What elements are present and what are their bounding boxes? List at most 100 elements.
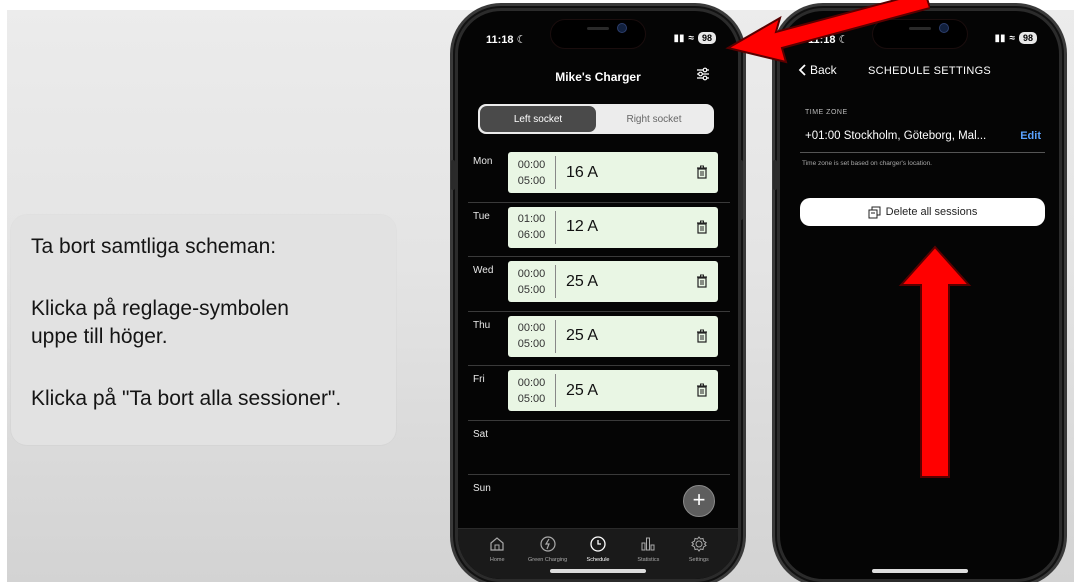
schedule-card[interactable]: 00:00 05:00 16 A bbox=[508, 152, 718, 193]
schedule-times: 00:00 05:00 bbox=[508, 319, 556, 353]
nav-label: Green Charging bbox=[528, 557, 568, 563]
nav-settings[interactable]: Settings bbox=[674, 535, 724, 579]
amperage: 25 A bbox=[566, 381, 599, 399]
page-title: SCHEDULE SETTINGS bbox=[868, 65, 992, 77]
status-icons: ▮▮ ≈ 98 bbox=[673, 32, 716, 44]
home-icon bbox=[490, 537, 504, 551]
day-row-wed: Wed 00:00 05:00 25 A bbox=[468, 257, 730, 312]
day-label: Thu bbox=[473, 319, 491, 331]
day-row-mon: Mon 00:00 05:00 16 A bbox=[468, 148, 730, 203]
wifi-icon: ≈ bbox=[688, 32, 694, 44]
schedule-times: 01:00 06:00 bbox=[508, 210, 556, 244]
start-time: 00:00 bbox=[517, 376, 546, 389]
instruction-card: Ta bort samtliga scheman: Klicka på regl… bbox=[11, 215, 396, 445]
nav-home[interactable]: Home bbox=[472, 535, 522, 579]
amperage: 16 A bbox=[566, 163, 599, 181]
wifi-icon: ≈ bbox=[1009, 32, 1015, 44]
status-icons: ▮▮ ≈ 98 bbox=[994, 32, 1037, 44]
delete-label: Delete all sessions bbox=[885, 206, 978, 218]
nav-green-charging[interactable]: Green Charging bbox=[522, 535, 572, 579]
nav-schedule[interactable]: Schedule bbox=[573, 535, 623, 579]
start-time: 00:00 bbox=[517, 158, 546, 171]
status-bar: 11:18 ☾ ▮▮ ≈ 98 bbox=[780, 31, 1059, 51]
instruction-line-4: Klicka på "Ta bort alla sessioner". bbox=[31, 387, 342, 410]
phone-schedule-screen: 11:18 ☾ ▮▮ ≈ 98 Mike's Charger Left sock… bbox=[455, 8, 741, 582]
end-time: 06:00 bbox=[517, 229, 546, 241]
socket-segmented-control: Left socket Right socket bbox=[478, 104, 714, 134]
schedule-day-list: Mon 00:00 05:00 16 A Tue 01:00 06:00 12 … bbox=[468, 148, 730, 530]
schedule-times: 00:00 05:00 bbox=[508, 265, 556, 298]
leaf-bolt-icon bbox=[540, 536, 556, 552]
sliders-icon[interactable] bbox=[696, 67, 710, 81]
tab-left-socket[interactable]: Left socket bbox=[480, 106, 596, 132]
day-label: Wed bbox=[473, 265, 494, 276]
clock-icon bbox=[590, 536, 606, 552]
timezone-label: TIME ZONE bbox=[805, 109, 848, 116]
volume-button bbox=[451, 160, 455, 190]
home-indicator bbox=[550, 569, 646, 573]
copy-trash-icon bbox=[868, 206, 881, 218]
trash-icon[interactable] bbox=[696, 165, 708, 179]
chevron-left-icon bbox=[798, 64, 806, 76]
amperage: 12 A bbox=[566, 218, 599, 235]
start-time: 00:00 bbox=[517, 267, 546, 280]
battery-icon: 98 bbox=[697, 32, 716, 44]
nav-label: Statistics bbox=[637, 557, 660, 563]
nav-statistics[interactable]: Statistics bbox=[623, 535, 673, 579]
home-indicator bbox=[871, 569, 968, 573]
end-time: 05:00 bbox=[517, 283, 546, 296]
instruction-line-2: Klicka på reglage-symbolen bbox=[31, 297, 289, 320]
amperage: 25 A bbox=[566, 327, 599, 344]
signal-icon: ▮▮ bbox=[673, 32, 685, 44]
schedule-card[interactable]: 00:00 05:00 25 A bbox=[508, 315, 718, 357]
volume-button bbox=[773, 160, 777, 190]
day-label: Mon bbox=[473, 156, 493, 167]
day-row-fri: Fri 00:00 05:00 25 A bbox=[468, 366, 730, 421]
end-time: 05:00 bbox=[517, 392, 546, 405]
trash-icon[interactable] bbox=[696, 274, 708, 288]
status-bar: 11:18 ☾ ▮▮ ≈ 98 bbox=[458, 31, 738, 51]
trash-icon[interactable] bbox=[696, 329, 708, 343]
battery-icon: 98 bbox=[1018, 32, 1037, 44]
end-time: 05:00 bbox=[517, 338, 546, 350]
day-row-sat: Sat bbox=[468, 421, 730, 475]
timezone-note: Time zone is set based on charger's loca… bbox=[802, 160, 932, 167]
signal-icon: ▮▮ bbox=[994, 32, 1006, 44]
schedule-times: 00:00 05:00 bbox=[508, 156, 556, 189]
back-label: Back bbox=[810, 63, 837, 77]
tab-right-socket[interactable]: Right socket bbox=[596, 106, 712, 132]
schedule-times: 00:00 05:00 bbox=[508, 374, 556, 407]
nav-label: Home bbox=[489, 557, 505, 563]
status-time: 11:18 ☾ bbox=[808, 34, 849, 46]
day-row-tue: Tue 01:00 06:00 12 A bbox=[468, 203, 730, 257]
start-time: 01:00 bbox=[517, 213, 546, 225]
add-schedule-button[interactable]: + bbox=[683, 485, 715, 517]
nav-label: Schedule bbox=[586, 557, 610, 563]
divider bbox=[800, 152, 1045, 153]
schedule-card[interactable]: 00:00 05:00 25 A bbox=[508, 370, 718, 411]
status-time: 11:18 ☾ bbox=[486, 34, 527, 46]
day-label: Sat bbox=[473, 428, 489, 440]
amperage: 25 A bbox=[566, 272, 599, 290]
trash-icon[interactable] bbox=[696, 220, 708, 234]
day-label: Sun bbox=[473, 483, 491, 494]
gear-icon bbox=[691, 536, 707, 552]
day-label: Fri bbox=[473, 374, 485, 385]
day-label: Tue bbox=[473, 210, 490, 222]
phone-schedule-settings-screen: 11:18 ☾ ▮▮ ≈ 98 Back SCHEDULE SETTINGS T… bbox=[777, 8, 1062, 582]
instruction-line-1: Ta bort samtliga scheman: bbox=[31, 235, 277, 258]
start-time: 00:00 bbox=[517, 322, 546, 334]
end-time: 05:00 bbox=[517, 174, 546, 187]
delete-all-sessions-button[interactable]: Delete all sessions bbox=[800, 198, 1045, 226]
schedule-card[interactable]: 01:00 06:00 12 A bbox=[508, 206, 718, 248]
edit-timezone-link[interactable]: Edit bbox=[1020, 130, 1041, 142]
nav-label: Settings bbox=[688, 557, 709, 563]
bottom-nav: Home Green Charging Schedule Statistics … bbox=[458, 528, 738, 579]
instruction-line-3: uppe till höger. bbox=[31, 325, 168, 348]
timezone-value: +01:00 Stockholm, Göteborg, Mal... bbox=[805, 130, 987, 142]
schedule-card[interactable]: 00:00 05:00 25 A bbox=[508, 261, 718, 302]
power-button bbox=[739, 160, 743, 220]
trash-icon[interactable] bbox=[696, 383, 708, 397]
back-button[interactable]: Back bbox=[798, 63, 837, 77]
left-border bbox=[0, 0, 7, 582]
